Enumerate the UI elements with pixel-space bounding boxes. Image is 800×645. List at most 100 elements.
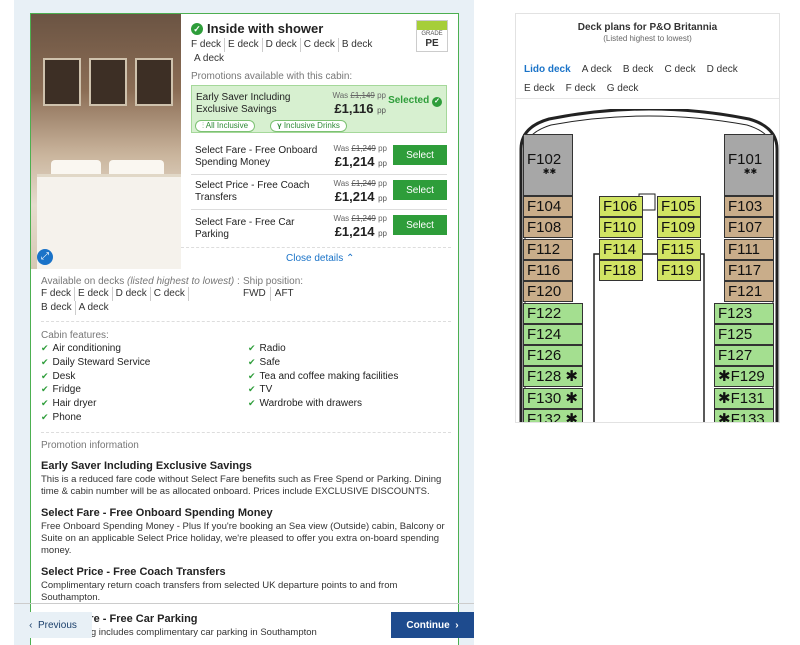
- chevron-up-icon: ⌃: [346, 253, 355, 264]
- cabin-f116[interactable]: F116: [523, 259, 573, 281]
- deck-label: D deck: [113, 287, 151, 301]
- promotion-row-selected[interactable]: Early Saver Including Exclusive Savings …: [191, 85, 447, 133]
- feature-item: ✔ Radio: [248, 343, 286, 354]
- cabin-f114[interactable]: F114: [599, 238, 643, 260]
- cabin-f117[interactable]: F117: [724, 259, 774, 281]
- cabin-title: ✓ Inside with shower: [191, 21, 323, 36]
- tab-a-deck[interactable]: A deck: [582, 61, 612, 79]
- deck-label: E deck: [75, 287, 113, 301]
- promotion-price: £1,214 pp: [334, 189, 387, 204]
- select-button[interactable]: Select: [393, 145, 447, 165]
- cabin-f121[interactable]: F121: [724, 281, 774, 303]
- promotion-row[interactable]: Select Fare - Free Onboard Spending Mone…: [191, 141, 447, 175]
- deck-label: F deck: [191, 38, 226, 52]
- promo-info-heading: Early Saver Including Exclusive Savings: [41, 460, 252, 472]
- tab-g-deck[interactable]: G deck: [607, 80, 639, 98]
- cabin-f112[interactable]: F112: [523, 238, 573, 260]
- deck-plans-panel: Deck plans for P&O Britannia (Listed hig…: [515, 13, 780, 423]
- tab-c-deck[interactable]: C deck: [664, 61, 695, 79]
- check-icon: ✔: [248, 384, 256, 395]
- cabin-f105[interactable]: F105: [657, 196, 701, 217]
- continue-button[interactable]: Continue ›: [391, 612, 474, 638]
- promo-info-text: Complimentary return coach transfers fro…: [41, 580, 398, 603]
- cabin-f109[interactable]: F109: [657, 217, 701, 239]
- cabin-f131[interactable]: ✱F131: [714, 387, 774, 409]
- cabin-f128[interactable]: F128 ✱: [523, 366, 583, 388]
- select-button[interactable]: Select: [393, 180, 447, 200]
- cabin-f106[interactable]: F106: [599, 196, 643, 217]
- cabin-f118[interactable]: F118: [599, 259, 643, 281]
- cabin-f124[interactable]: F124: [523, 323, 583, 345]
- cabin-f104[interactable]: F104: [523, 196, 573, 217]
- expand-icon[interactable]: ⤢: [37, 249, 53, 265]
- deck-label: B deck: [41, 301, 76, 315]
- check-icon: ✔: [248, 370, 256, 381]
- cabin-f123[interactable]: F123: [714, 302, 774, 324]
- cabin-f102[interactable]: F102 ✱✱: [523, 134, 573, 196]
- cabin-f108[interactable]: F108: [523, 217, 573, 239]
- cabin-f110[interactable]: F110: [599, 217, 643, 239]
- cabin-f122[interactable]: F122: [523, 302, 583, 324]
- feature-item: ✔ TV: [248, 384, 273, 396]
- deck-label: C deck: [151, 287, 189, 301]
- promotions-heading: Promotions available with this cabin:: [191, 71, 353, 82]
- chevron-right-icon: ›: [455, 619, 459, 631]
- glass-icon: 𝛄: [277, 121, 282, 130]
- cabin-f101[interactable]: F101 ✱✱: [724, 134, 774, 196]
- feature-item: ✔ Hair dryer: [41, 398, 97, 410]
- cabin-f132[interactable]: F132 ✱: [523, 409, 583, 422]
- cabin-f120[interactable]: F120: [523, 281, 573, 303]
- promotion-price: £1,116 pp: [334, 101, 386, 116]
- cabin-f129[interactable]: ✱F129: [714, 366, 774, 388]
- promotion-row[interactable]: Select Price - Free Coach Transfers Was …: [191, 176, 447, 210]
- tab-lido-deck[interactable]: Lido deck: [524, 61, 571, 79]
- check-icon: ✔: [41, 356, 49, 367]
- check-icon: ✔: [248, 398, 256, 409]
- cabin-f125[interactable]: F125: [714, 323, 774, 345]
- feature-item: ✔ Safe: [248, 356, 281, 368]
- deck-label: C deck: [301, 38, 339, 52]
- cabin-f130[interactable]: F130 ✱: [523, 387, 583, 409]
- promo-info-text: This is a reduced fare code without Sele…: [41, 474, 442, 497]
- cabin-f103[interactable]: F103: [724, 196, 774, 217]
- promotion-row[interactable]: Select Fare - Free Car Parking Was £1,24…: [191, 211, 447, 245]
- grade-code: PE: [425, 38, 439, 49]
- tab-d-deck[interactable]: D deck: [707, 61, 738, 79]
- feature-item: ✔ Wardrobe with drawers: [248, 398, 362, 410]
- check-icon: ✔: [41, 411, 49, 422]
- bottom-navigation-bar: ‹ Previous Continue ›: [14, 603, 474, 645]
- position-label: AFT: [274, 288, 294, 299]
- cabin-f119[interactable]: F119: [657, 259, 701, 281]
- check-icon: ✔: [248, 356, 256, 367]
- cabin-f126[interactable]: F126: [523, 345, 583, 367]
- cabin-photo[interactable]: ⤢: [31, 14, 181, 269]
- cabin-f107[interactable]: F107: [724, 217, 774, 239]
- feature-item: ✔ Daily Steward Service: [41, 356, 151, 368]
- check-icon: ✔: [41, 398, 49, 409]
- cabin-f127[interactable]: F127: [714, 345, 774, 367]
- check-icon: ✔: [248, 343, 256, 353]
- close-details-link[interactable]: Close details ⌃: [286, 253, 354, 264]
- previous-button[interactable]: ‹ Previous: [14, 612, 92, 638]
- promotion-name: Select Fare - Free Onboard Spending Mone…: [195, 145, 318, 168]
- cabin-f133[interactable]: ✱F133: [714, 409, 774, 422]
- promotion-name: Early Saver Including Exclusive Savings: [196, 92, 291, 115]
- select-button[interactable]: Select: [393, 215, 447, 235]
- tab-b-deck[interactable]: B deck: [623, 61, 654, 79]
- tab-e-deck[interactable]: E deck: [524, 80, 555, 98]
- check-icon: ✔: [41, 384, 49, 395]
- chevron-left-icon: ‹: [29, 619, 33, 631]
- deck-label: A deck: [194, 53, 225, 64]
- check-circle-icon: ✓: [191, 23, 203, 35]
- was-price: Was £1,249 pp: [333, 214, 387, 223]
- feature-item: ✔ Fridge: [41, 384, 81, 396]
- position-label: FWD: [243, 287, 271, 301]
- cabin-f115[interactable]: F115: [657, 238, 701, 260]
- cabin-f111[interactable]: F111: [724, 238, 774, 260]
- deck-tabs: Lido deck A deck B deck C deck D deck E …: [524, 60, 774, 98]
- cabin-selection-panel: ⤢ ✓ Inside with shower F deck E deck D deck…: [14, 0, 474, 645]
- was-price: Was £1,249 pp: [333, 144, 387, 153]
- promo-info-heading: Select Price - Free Coach Transfers: [41, 566, 226, 578]
- tab-f-deck[interactable]: F deck: [566, 80, 596, 98]
- cabin-card: ⤢ ✓ Inside with shower F deck E deck D deck…: [30, 13, 459, 645]
